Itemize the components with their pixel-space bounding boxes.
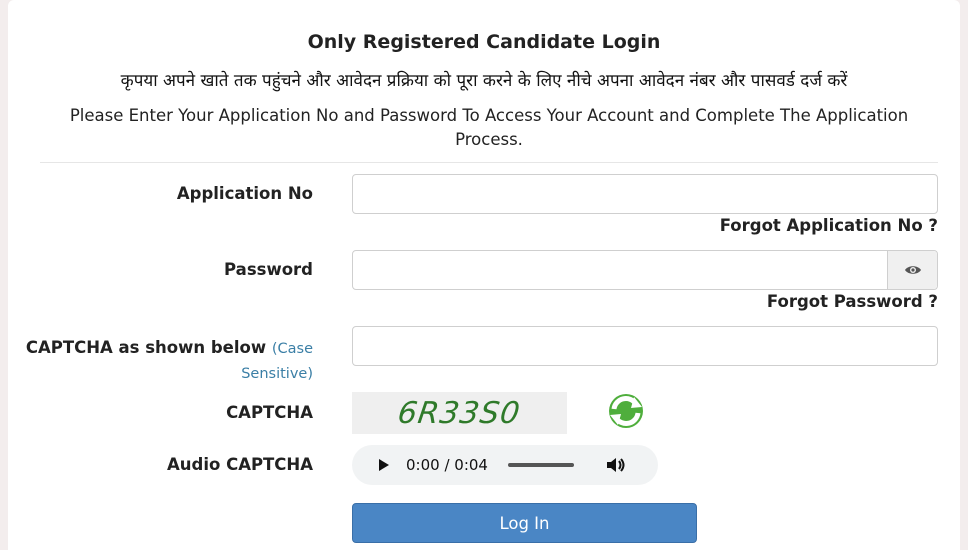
- audio-player: 0:00 / 0:04: [352, 445, 658, 485]
- captcha-text: 6R33S0: [395, 395, 524, 431]
- password-label: Password: [224, 260, 313, 279]
- hindi-instruction: कृपया अपने खाते तक पहुंचने और आवेदन प्रक…: [120, 71, 848, 91]
- captcha-image: 6R33S0: [352, 392, 567, 434]
- captcha-input-label: CAPTCHA as shown below (Case Sensitive): [26, 336, 313, 386]
- show-password-button[interactable]: [887, 251, 937, 289]
- page-title: Only Registered Candidate Login: [307, 31, 661, 53]
- refresh-captcha-button[interactable]: [604, 391, 648, 431]
- audio-time: 0:00 / 0:04: [406, 456, 488, 474]
- application-no-field[interactable]: [352, 174, 938, 214]
- captcha-label: CAPTCHA: [226, 403, 313, 422]
- audio-progress-track[interactable]: [507, 463, 574, 467]
- eye-icon: [904, 266, 921, 274]
- divider: [40, 162, 938, 163]
- password-input[interactable]: [353, 251, 887, 289]
- volume-icon[interactable]: [606, 457, 626, 473]
- case-sensitive-note-2: Sensitive): [241, 366, 313, 382]
- case-sensitive-note-1: (Case: [271, 341, 313, 357]
- forgot-application-link[interactable]: Forgot Application No ?: [720, 216, 938, 235]
- password-field[interactable]: [352, 250, 938, 290]
- application-no-input[interactable]: [353, 175, 937, 213]
- forgot-password-link[interactable]: Forgot Password ?: [767, 292, 938, 311]
- application-no-label: Application No: [176, 184, 313, 203]
- audio-captcha-label: Audio CAPTCHA: [167, 455, 313, 474]
- login-button[interactable]: Log In: [352, 503, 697, 543]
- english-instruction: Please Enter Your Application No and Pas…: [69, 106, 909, 149]
- refresh-icon: [609, 394, 643, 428]
- captcha-field[interactable]: [352, 326, 938, 366]
- captcha-input-label-text: CAPTCHA as shown below: [25, 338, 267, 357]
- captcha-input[interactable]: [353, 327, 937, 365]
- play-icon[interactable]: [378, 458, 390, 472]
